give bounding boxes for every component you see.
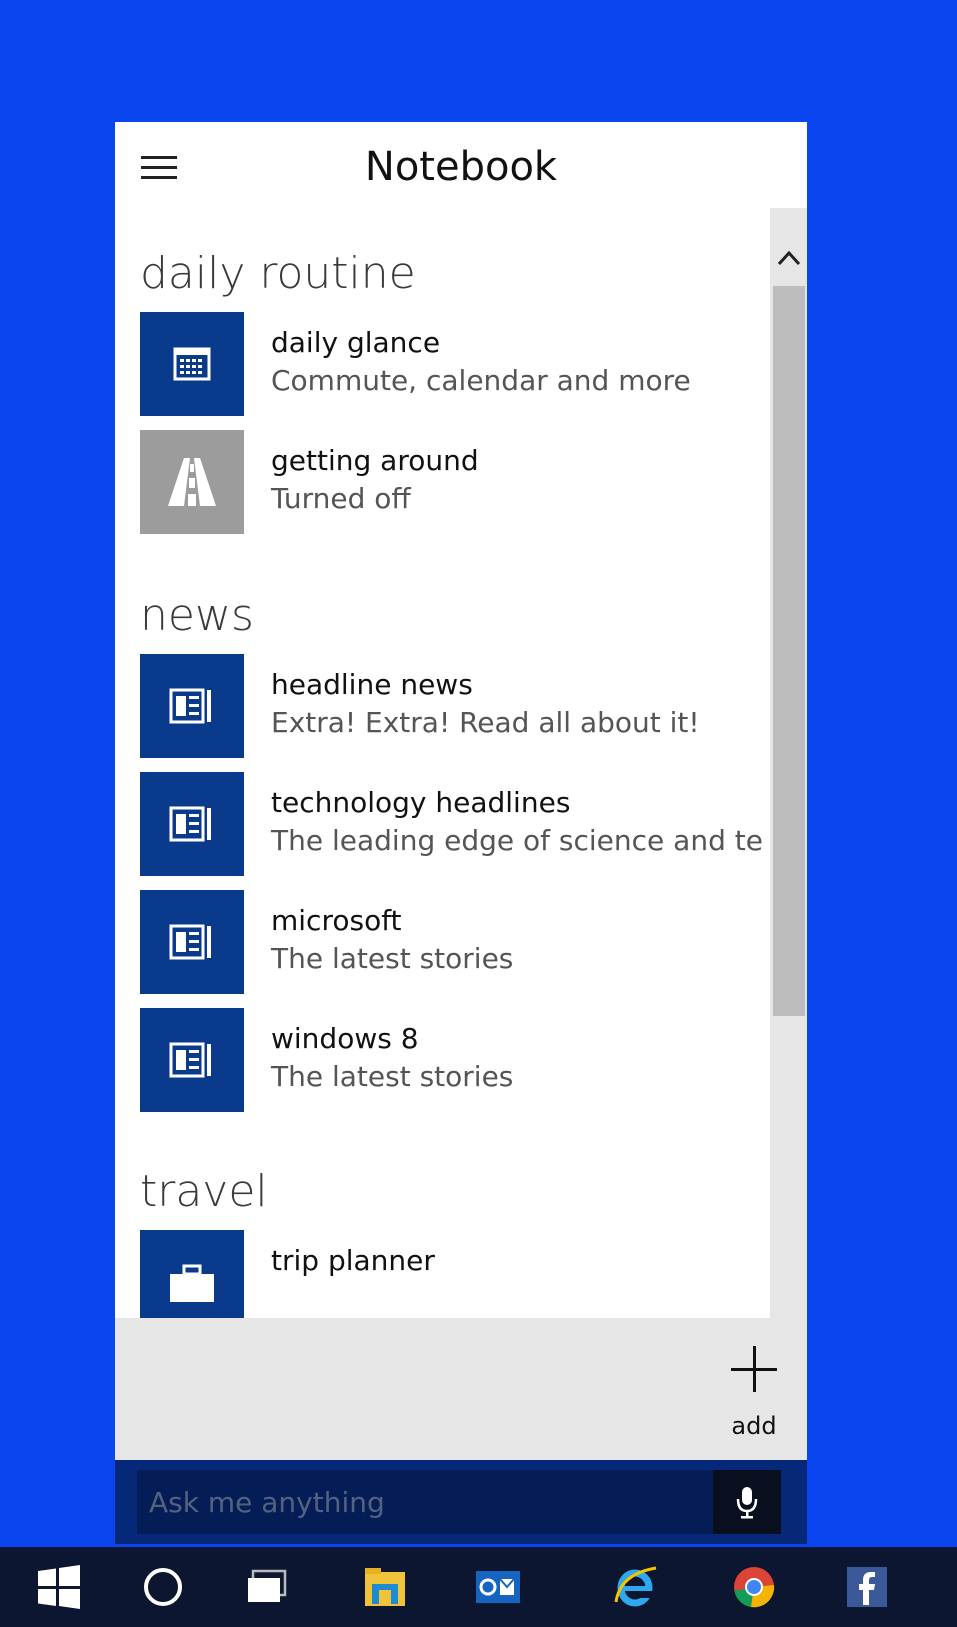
- newspaper-icon: [140, 654, 244, 758]
- item-name: microsoft: [271, 904, 402, 937]
- search-input[interactable]: [137, 1470, 713, 1534]
- list-item-technology-headlines[interactable]: technology headlines The leading edge of…: [140, 772, 770, 878]
- windows-logo-icon: [38, 1565, 80, 1609]
- item-description: Commute, calendar and more: [271, 364, 691, 397]
- add-label: add: [731, 1412, 777, 1440]
- scrollbar[interactable]: [770, 208, 807, 1438]
- item-description: The leading edge of science and te: [271, 824, 763, 857]
- notebook-bottom-bar: add: [115, 1318, 807, 1460]
- list-item-getting-around[interactable]: getting around Turned off: [140, 430, 770, 536]
- start-button[interactable]: [24, 1547, 94, 1627]
- section-title-daily-routine: daily routine: [140, 248, 416, 299]
- item-name: windows 8: [271, 1022, 419, 1055]
- item-description: The latest stories: [271, 1060, 514, 1093]
- newspaper-icon: [140, 890, 244, 994]
- chrome-icon: [734, 1567, 775, 1608]
- outlook-icon: [476, 1571, 520, 1603]
- cortana-notebook-panel: Notebook daily routine daily glance Comm…: [115, 122, 807, 1460]
- newspaper-icon: [140, 772, 244, 876]
- item-name: headline news: [271, 668, 473, 701]
- item-name: getting around: [271, 444, 479, 477]
- internet-explorer-button[interactable]: [600, 1547, 670, 1627]
- search-bar: [115, 1460, 807, 1544]
- cortana-button[interactable]: [128, 1547, 198, 1627]
- taskbar: [0, 1547, 957, 1627]
- item-name: trip planner: [271, 1244, 435, 1277]
- facebook-button[interactable]: [832, 1547, 902, 1627]
- notebook-list: daily routine daily glance Commute, cale…: [115, 208, 770, 1438]
- outlook-button[interactable]: [463, 1547, 533, 1627]
- cortana-circle-icon: [144, 1568, 182, 1606]
- notebook-header: Notebook: [115, 122, 807, 208]
- item-description: Extra! Extra! Read all about it!: [271, 706, 700, 739]
- add-button[interactable]: add: [719, 1336, 789, 1446]
- chevron-up-icon[interactable]: [776, 248, 802, 268]
- microphone-icon: [736, 1487, 758, 1519]
- item-description: Turned off: [271, 482, 411, 515]
- list-item-headline-news[interactable]: headline news Extra! Extra! Read all abo…: [140, 654, 770, 760]
- road-icon: [140, 430, 244, 534]
- list-item-microsoft[interactable]: microsoft The latest stories: [140, 890, 770, 996]
- item-name: technology headlines: [271, 786, 571, 819]
- chrome-button[interactable]: [719, 1547, 789, 1627]
- microphone-button[interactable]: [713, 1470, 781, 1534]
- page-title: Notebook: [364, 144, 558, 190]
- list-item-windows-8[interactable]: windows 8 The latest stories: [140, 1008, 770, 1114]
- item-name: daily glance: [271, 326, 441, 359]
- item-description: The latest stories: [271, 942, 514, 975]
- calendar-icon: [140, 312, 244, 416]
- scrollbar-thumb[interactable]: [773, 286, 805, 1016]
- plus-icon: [731, 1346, 777, 1392]
- newspaper-icon: [140, 1008, 244, 1112]
- list-item-daily-glance[interactable]: daily glance Commute, calendar and more: [140, 312, 770, 418]
- internet-explorer-icon: [614, 1566, 657, 1607]
- folder-icon: [365, 1568, 405, 1606]
- file-explorer-button[interactable]: [350, 1547, 420, 1627]
- task-view-button[interactable]: [232, 1547, 302, 1627]
- section-title-news: news: [140, 590, 254, 641]
- section-title-travel: travel: [140, 1166, 268, 1217]
- facebook-icon: [847, 1567, 887, 1607]
- task-view-icon: [248, 1569, 287, 1602]
